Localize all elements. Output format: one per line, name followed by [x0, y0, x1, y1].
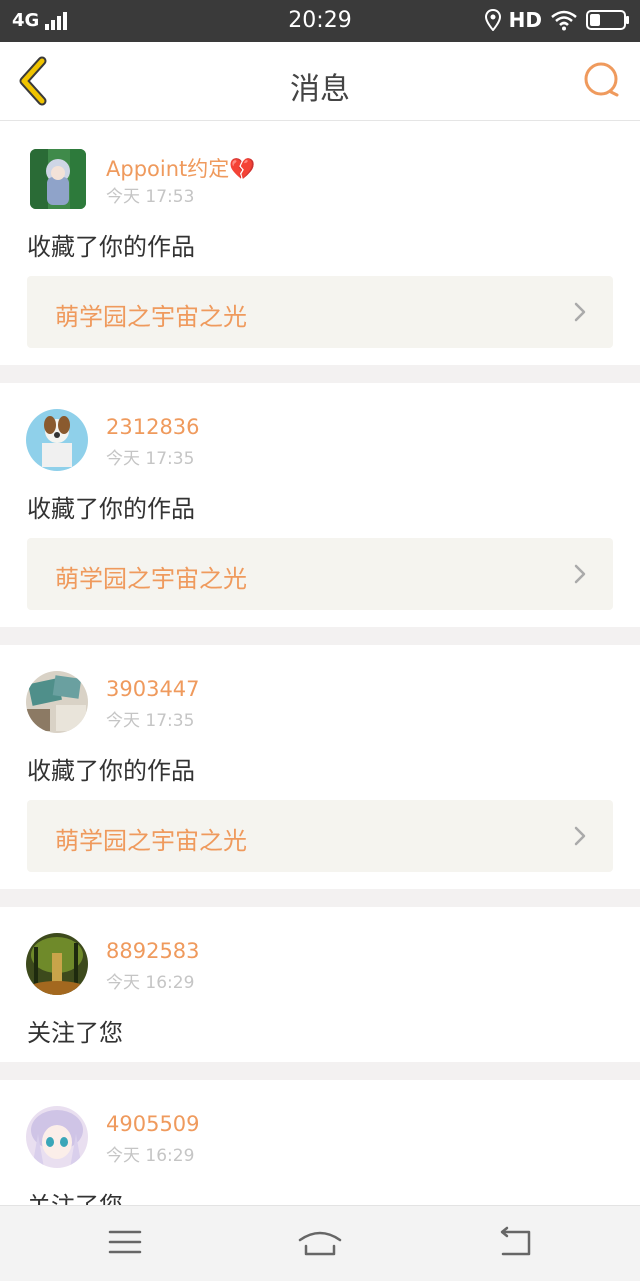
page-title: 消息	[290, 72, 350, 107]
action-text: 收藏了你的作品	[27, 495, 195, 523]
notification-card: 2312836 今天 17:35 收藏了你的作品 萌学园之宇宙之光	[0, 383, 640, 627]
work-link[interactable]: 萌学园之宇宙之光	[27, 276, 613, 348]
broken-heart-icon: 💔	[229, 157, 256, 181]
menu-button[interactable]	[101, 1224, 149, 1260]
timestamp: 今天 17:35	[106, 711, 195, 731]
location-icon	[484, 9, 501, 31]
timestamp: 今天 17:35	[106, 449, 195, 469]
username[interactable]: 3903447	[106, 677, 200, 701]
timestamp: 今天 16:29	[106, 973, 195, 993]
notification-card: 8892583 今天 16:29 关注了您	[0, 907, 640, 1062]
username[interactable]: 4905509	[106, 1112, 200, 1136]
wifi-icon	[551, 10, 577, 31]
app-header: 消息	[0, 42, 640, 121]
chevron-right-icon	[574, 564, 586, 584]
avatar[interactable]	[26, 1106, 88, 1168]
avatar-image-icon	[26, 409, 88, 471]
avatar[interactable]	[30, 149, 86, 209]
status-bar: 4G 20:29 HD	[0, 0, 640, 42]
action-text: 关注了您	[27, 1186, 123, 1205]
action-text: 收藏了你的作品	[27, 233, 195, 261]
avatar-image-icon	[26, 671, 88, 733]
work-title: 萌学园之宇宙之光	[55, 303, 247, 331]
work-title: 萌学园之宇宙之光	[55, 827, 247, 855]
avatar-image-icon	[30, 149, 86, 209]
avatar[interactable]	[26, 671, 88, 733]
timestamp: 今天 17:53	[106, 187, 195, 207]
work-title: 萌学园之宇宙之光	[55, 565, 247, 593]
chevron-right-icon	[574, 302, 586, 322]
work-link[interactable]: 萌学园之宇宙之光	[27, 538, 613, 610]
username[interactable]: Appoint约定💔	[106, 153, 255, 183]
battery-icon	[586, 10, 629, 30]
username[interactable]: 8892583	[106, 939, 200, 963]
home-button[interactable]	[296, 1224, 344, 1260]
avatar[interactable]	[26, 409, 88, 471]
return-button[interactable]	[491, 1224, 539, 1260]
system-nav-bar	[0, 1205, 640, 1281]
search-button[interactable]	[582, 60, 624, 102]
avatar-image-icon	[26, 933, 88, 995]
username-text: Appoint约定	[106, 157, 230, 181]
home-icon	[298, 1231, 342, 1256]
avatar[interactable]	[26, 933, 88, 995]
search-icon	[584, 62, 619, 97]
hd-label: HD	[508, 8, 542, 32]
chevron-right-icon	[574, 826, 586, 846]
username[interactable]: 2312836	[106, 415, 200, 439]
notification-card: Appoint约定💔 今天 17:53 收藏了你的作品 萌学园之宇宙之光	[0, 121, 640, 365]
avatar-image-icon	[26, 1106, 88, 1168]
action-text: 收藏了你的作品	[27, 757, 195, 785]
notification-card: 4905509 今天 16:29 关注了您	[0, 1080, 640, 1205]
action-text: 关注了您	[27, 1019, 123, 1047]
status-icons: HD	[484, 8, 630, 32]
work-link[interactable]: 萌学园之宇宙之光	[27, 800, 613, 872]
timestamp: 今天 16:29	[106, 1146, 195, 1166]
menu-icon	[108, 1230, 142, 1254]
return-icon	[500, 1226, 531, 1256]
notification-card: 3903447 今天 17:35 收藏了你的作品 萌学园之宇宙之光	[0, 645, 640, 889]
